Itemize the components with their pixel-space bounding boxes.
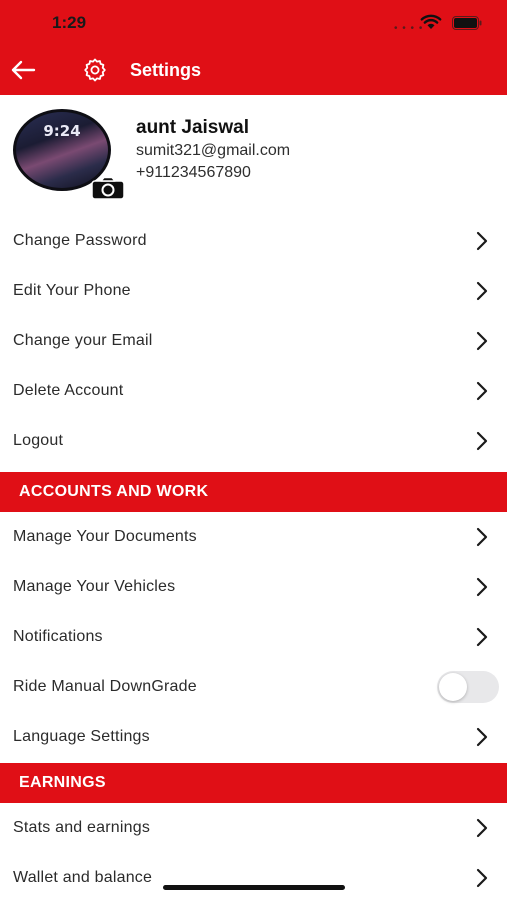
chevron-right-icon xyxy=(476,281,488,301)
profile-card: 9:24 aunt Jaiswal sumit321@gmail.com +91… xyxy=(0,95,507,215)
menu-item-delete-account[interactable]: Delete Account xyxy=(0,366,507,416)
chevron-right-icon xyxy=(476,727,488,747)
user-phone: +911234567890 xyxy=(136,164,251,181)
menu-item-change-password[interactable]: Change Password xyxy=(0,216,507,266)
gear-icon xyxy=(84,58,106,82)
ride-downgrade-toggle[interactable] xyxy=(437,671,499,703)
chevron-right-icon xyxy=(476,627,488,647)
wifi-icon xyxy=(420,14,442,29)
section-title: EARNINGS xyxy=(19,774,106,791)
menu-item-label: Logout xyxy=(13,432,64,449)
signal-dots-icon: • • • • xyxy=(394,23,424,34)
avatar-wallpaper-time: 9:24 xyxy=(43,122,81,140)
app-header: 1:29 • • • • Settings xyxy=(0,0,507,95)
status-bar: 1:29 • • • • xyxy=(0,0,507,46)
menu-item-label: Change Password xyxy=(13,232,147,249)
menu-item-language-settings[interactable]: Language Settings xyxy=(0,712,507,762)
menu-item-notifications[interactable]: Notifications xyxy=(0,612,507,662)
menu-item-label: Edit Your Phone xyxy=(13,282,131,299)
back-arrow-icon[interactable] xyxy=(8,57,38,83)
menu-item-label: Ride Manual DownGrade xyxy=(13,678,197,695)
chevron-right-icon xyxy=(476,231,488,251)
chevron-right-icon xyxy=(476,577,488,597)
section-header-earnings: EARNINGS xyxy=(0,763,507,803)
chevron-right-icon xyxy=(476,868,488,888)
menu-item-stats-earnings[interactable]: Stats and earnings xyxy=(0,803,507,853)
chevron-right-icon xyxy=(476,381,488,401)
menu-item-label: Stats and earnings xyxy=(13,819,151,836)
toggle-knob xyxy=(439,673,467,701)
user-email: sumit321@gmail.com xyxy=(136,142,291,159)
menu-item-label: Wallet and balance xyxy=(13,869,153,886)
menu-item-label: Change your Email xyxy=(13,332,153,349)
section-title: ACCOUNTS AND WORK xyxy=(19,483,209,500)
menu-item-label: Language Settings xyxy=(13,728,150,745)
chevron-right-icon xyxy=(476,527,488,547)
chevron-right-icon xyxy=(476,818,488,838)
menu-item-manage-vehicles[interactable]: Manage Your Vehicles xyxy=(0,562,507,612)
page-title: Settings xyxy=(130,60,202,80)
menu-item-manage-documents[interactable]: Manage Your Documents xyxy=(0,512,507,562)
chevron-right-icon xyxy=(476,431,488,451)
menu-item-label: Manage Your Vehicles xyxy=(13,578,176,595)
menu-item-logout[interactable]: Logout xyxy=(0,416,507,466)
menu-item-change-email[interactable]: Change your Email xyxy=(0,316,507,366)
status-time: 1:29 xyxy=(52,13,87,32)
camera-icon[interactable] xyxy=(91,176,125,200)
user-name: aunt Jaiswal xyxy=(136,117,249,138)
menu-item-label: Notifications xyxy=(13,628,103,645)
menu-item-label: Delete Account xyxy=(13,382,124,399)
chevron-right-icon xyxy=(476,331,488,351)
menu-item-ride-manual-downgrade: Ride Manual DownGrade xyxy=(0,662,507,712)
home-indicator[interactable] xyxy=(163,885,345,890)
menu-item-wallet-balance[interactable]: Wallet and balance xyxy=(0,853,507,900)
section-header-accounts-work: ACCOUNTS AND WORK xyxy=(0,472,507,512)
menu-item-edit-phone[interactable]: Edit Your Phone xyxy=(0,266,507,316)
battery-icon xyxy=(452,16,482,30)
menu-item-label: Manage Your Documents xyxy=(13,528,197,545)
